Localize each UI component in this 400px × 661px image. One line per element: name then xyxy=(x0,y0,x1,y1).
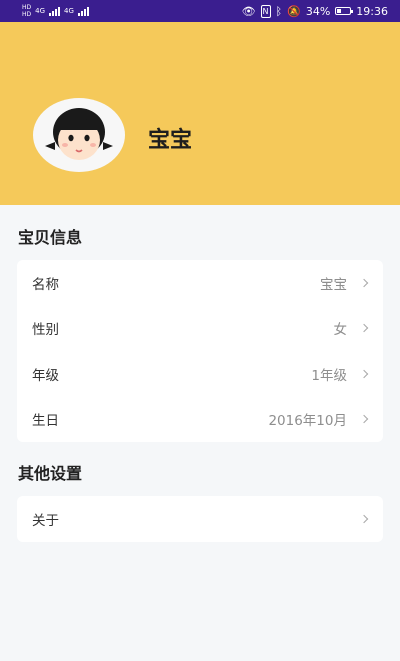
nfc-icon: N xyxy=(260,4,271,18)
baby-name: 宝宝 xyxy=(148,128,193,153)
hd-indicator-1: HD xyxy=(22,4,32,11)
chevron-right-icon xyxy=(359,514,369,523)
mute-icon: 🔕 xyxy=(287,4,301,18)
hd-indicator-2: HD xyxy=(22,11,32,18)
chevron-right-icon xyxy=(359,415,369,424)
row-about[interactable]: 关于 xyxy=(17,496,383,542)
row-value: 宝宝 xyxy=(320,276,347,293)
network-type-2: 4G xyxy=(64,6,74,15)
chevron-right-icon xyxy=(359,324,369,333)
eye-icon: 👁 xyxy=(241,4,256,18)
section-title-baby-info: 宝贝信息 xyxy=(18,228,83,247)
girl-avatar-icon xyxy=(45,108,113,160)
profile-header: 宝宝 xyxy=(0,22,400,205)
avatar[interactable] xyxy=(33,98,125,172)
row-value: 2016年10月 xyxy=(268,413,347,430)
status-bar-right: 👁 N ᛒ 🔕 34% 19:36 xyxy=(241,4,388,18)
signal-icon xyxy=(49,6,61,16)
bluetooth-icon: ᛒ xyxy=(275,4,283,18)
row-value: 女 xyxy=(333,322,348,339)
network-type-1: 4G xyxy=(35,6,46,15)
battery-percent: 34% xyxy=(305,4,331,18)
clock: 19:36 xyxy=(356,4,388,18)
row-label: 生日 xyxy=(32,413,59,430)
battery-icon xyxy=(335,7,354,15)
chevron-right-icon xyxy=(359,278,369,287)
row-value: 1年级 xyxy=(311,367,347,384)
row-grade[interactable]: 年级 1年级 xyxy=(17,351,383,397)
baby-info-card: 名称 宝宝 性别 女 年级 1年级 生日 2016年10月 xyxy=(17,260,383,442)
signal-icon-2 xyxy=(77,6,89,16)
section-title-other-settings: 其他设置 xyxy=(18,464,83,483)
row-name[interactable]: 名称 宝宝 xyxy=(17,260,383,306)
status-bar: HD HD 4G 4G 👁 N ᛒ 🔕 34% 19:36 xyxy=(0,0,400,22)
other-settings-card: 关于 xyxy=(17,496,383,542)
chevron-right-icon xyxy=(359,369,369,378)
row-label: 年级 xyxy=(32,367,59,384)
row-gender[interactable]: 性别 女 xyxy=(17,306,383,352)
row-label: 名称 xyxy=(32,276,59,293)
row-birthday[interactable]: 生日 2016年10月 xyxy=(17,397,383,443)
status-bar-left: HD HD 4G 4G xyxy=(22,4,89,18)
row-label: 性别 xyxy=(32,322,59,339)
row-label: 关于 xyxy=(32,512,59,529)
